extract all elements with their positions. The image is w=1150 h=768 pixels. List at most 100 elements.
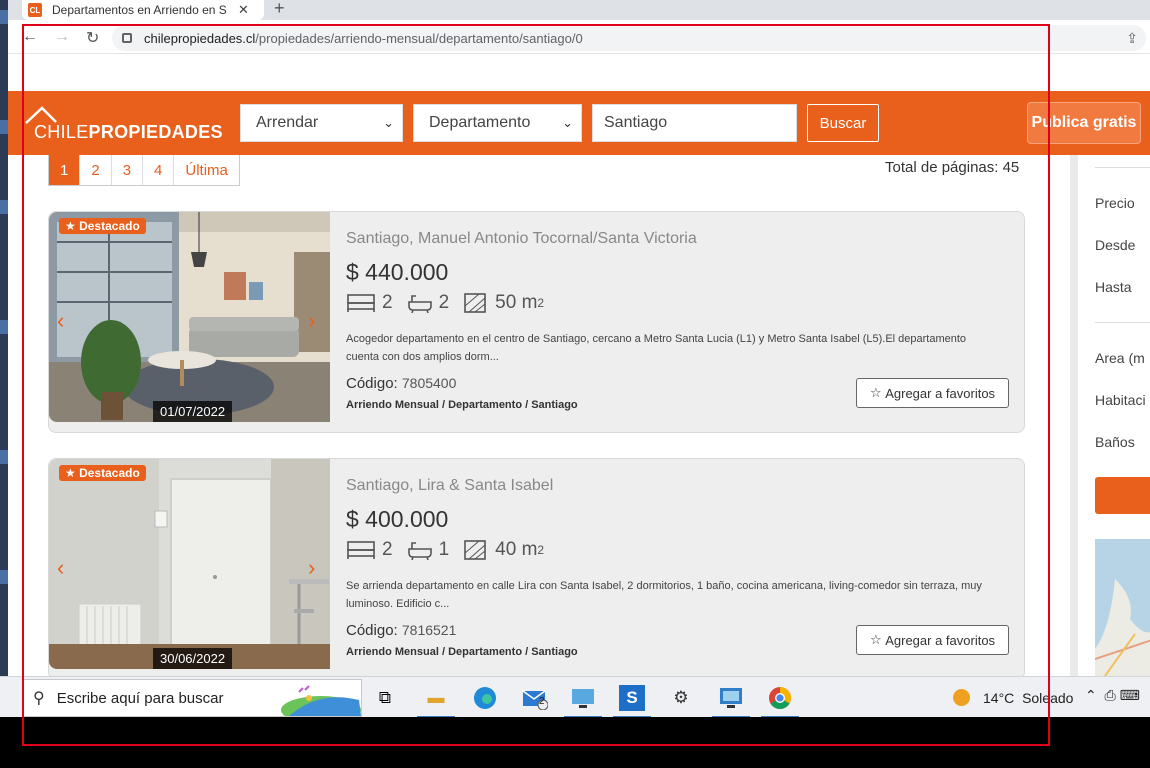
desktop-icon[interactable] [0, 120, 8, 134]
desktop-icon[interactable] [0, 10, 8, 24]
page-link-last[interactable]: Última [174, 155, 239, 185]
new-tab-icon[interactable]: + [274, 0, 285, 19]
chevron-right-icon[interactable]: › [308, 308, 315, 334]
listing-price: $ 440.000 [346, 259, 449, 285]
bathtub-icon [407, 295, 432, 313]
windows-taskbar: ⚲ Escribe aquí para buscar ⧉ ▬ 2 S ⚙ 14°… [0, 676, 1150, 718]
apartment-interior-photo [49, 459, 330, 669]
page-link-1[interactable]: 1 [49, 155, 81, 185]
map-image [1095, 539, 1150, 676]
operation-select[interactable]: Arrendar ⌄ [240, 104, 403, 142]
listing-photo[interactable]: ★ Destacado ‹ › 01/07/2022 [49, 212, 330, 422]
rooms-filter-label: Habitaci [1095, 392, 1146, 408]
featured-badge: ★ Destacado [59, 465, 146, 481]
bedrooms-count: 2 [382, 539, 393, 560]
listing-card[interactable]: ★ Destacado ‹ › 30/06/2022 Santiago, Lir… [48, 458, 1025, 676]
task-view-icon[interactable]: ⧉ [372, 685, 398, 711]
taskbar-search-box[interactable]: ⚲ Escribe aquí para buscar [22, 679, 362, 717]
forward-icon[interactable]: → [54, 28, 70, 46]
page-link-3[interactable]: 3 [112, 155, 144, 185]
input-method-icon[interactable]: ⌨ [1120, 687, 1140, 703]
back-icon[interactable]: ← [22, 28, 38, 46]
featured-badge: ★ Destacado [59, 218, 146, 234]
divider [1095, 167, 1150, 168]
total-pages-label: Total de páginas: 45 [885, 159, 1020, 176]
map-thumbnail[interactable] [1095, 539, 1150, 676]
price-from-label: Desde [1095, 237, 1136, 253]
chevron-left-icon[interactable]: ‹ [57, 308, 64, 334]
code-value: 7816521 [401, 622, 457, 638]
listing-code: Código: 7816521 [346, 622, 456, 639]
screen-bottom-edge [0, 717, 1150, 768]
chrome-browser-icon[interactable] [761, 685, 799, 718]
listing-features: 2 2 50 m2 [346, 292, 558, 314]
search-button[interactable]: Buscar [807, 104, 879, 142]
area-unit-exponent: 2 [537, 543, 545, 557]
temperature-label: 14°C [983, 689, 1015, 706]
star-outline-icon: ☆ [869, 385, 886, 400]
desktop-icons-strip [0, 0, 8, 676]
listing-breadcrumb: Arriendo Mensual / Departamento / Santia… [346, 399, 578, 411]
chevron-right-icon[interactable]: › [308, 555, 315, 581]
file-explorer-icon[interactable]: ▬ [417, 685, 455, 718]
bathtub-icon [407, 542, 432, 560]
price-filter-label: Precio [1095, 195, 1135, 211]
apply-filter-button[interactable] [1095, 477, 1150, 514]
add-to-favorites-button[interactable]: ☆ Agregar a favoritos [856, 378, 1009, 408]
share-icon[interactable]: ⇪ [1126, 30, 1138, 47]
add-to-favorites-button[interactable]: ☆ Agregar a favoritos [856, 625, 1009, 655]
settings-gear-icon[interactable]: ⚙ [668, 685, 694, 711]
taskbar-search-placeholder: Escribe aquí para buscar [56, 689, 224, 707]
site-logo[interactable]: CHILEPROPIEDADES [22, 105, 227, 142]
code-label: Código: [346, 622, 398, 639]
listing-description: Acogedor departamento en el centro de Sa… [346, 333, 967, 363]
screen: CL Departamentos en Arriendo en S ✕ + ← … [0, 0, 1150, 768]
chevron-left-icon[interactable]: ‹ [57, 555, 64, 581]
desktop-icon[interactable] [0, 320, 8, 334]
area-value: 40 m [495, 539, 538, 560]
close-tab-icon[interactable]: ✕ [238, 2, 249, 18]
listing-code: Código: 7805400 [346, 375, 456, 392]
sun-icon [953, 689, 970, 706]
page-link-4[interactable]: 4 [143, 155, 175, 185]
chevron-up-icon[interactable]: ⌃ [1085, 687, 1097, 703]
listing-price: $ 400.000 [346, 506, 449, 532]
location-input[interactable]: Santiago [592, 104, 797, 142]
price-to-label: Hasta [1095, 279, 1132, 295]
listing-address[interactable]: Santiago, Lira & Santa Isabel [346, 477, 553, 495]
listing-date: 01/07/2022 [153, 401, 233, 422]
filter-panel: Precio Desde Hasta Area (m Habitaci Baño… [1078, 155, 1150, 676]
desktop-icon[interactable] [0, 200, 8, 214]
logo-text-light: CHILE [34, 122, 89, 142]
bed-icon [347, 294, 375, 312]
desktop-icon[interactable] [0, 570, 8, 584]
desktop-icon[interactable] [0, 450, 8, 464]
baths-filter-label: Baños [1095, 434, 1135, 450]
listing-card[interactable]: ★ Destacado ‹ › 01/07/2022 Santiago, Man… [48, 211, 1025, 433]
area-icon [464, 540, 486, 560]
listing-address[interactable]: Santiago, Manuel Antonio Tocornal/Santa … [346, 230, 697, 248]
bedrooms-count: 2 [382, 292, 393, 313]
browser-tab[interactable]: CL Departamentos en Arriendo en S ✕ [22, 0, 264, 20]
site-header: CHILEPROPIEDADES Arrendar ⌄ Departamento… [8, 91, 1150, 155]
tray-app-icon[interactable]: ⎙ [1105, 687, 1116, 703]
edge-browser-icon[interactable] [472, 685, 498, 711]
remote-desktop-icon[interactable] [564, 685, 602, 718]
favorites-button-label: Agregar a favoritos [885, 385, 996, 401]
address-bar[interactable]: chilepropiedades.cl/propiedades/arriendo… [112, 25, 1146, 51]
app-monitor-icon[interactable] [712, 685, 750, 718]
weather-widget[interactable]: 14°C Soleado [953, 689, 1073, 706]
publish-free-button[interactable]: Publica gratis [1027, 102, 1141, 144]
bathrooms-count: 2 [438, 292, 450, 313]
url-path: /propiedades/arriendo-mensual/departamen… [255, 30, 583, 46]
listing-photo[interactable]: ★ Destacado ‹ › 30/06/2022 [49, 459, 330, 669]
area-value: 50 m [495, 292, 538, 313]
app-s-icon[interactable]: S [613, 685, 651, 718]
reload-icon[interactable]: ↻ [86, 28, 99, 48]
property-type-select[interactable]: Departamento ⌄ [413, 104, 582, 142]
favorites-button-label: Agregar a favoritos [885, 632, 996, 648]
tab-title: Departamentos en Arriendo en S [52, 3, 227, 17]
listing-breadcrumb: Arriendo Mensual / Departamento / Santia… [346, 646, 578, 658]
page-link-2[interactable]: 2 [80, 155, 112, 185]
search-icon: ⚲ [33, 690, 45, 707]
